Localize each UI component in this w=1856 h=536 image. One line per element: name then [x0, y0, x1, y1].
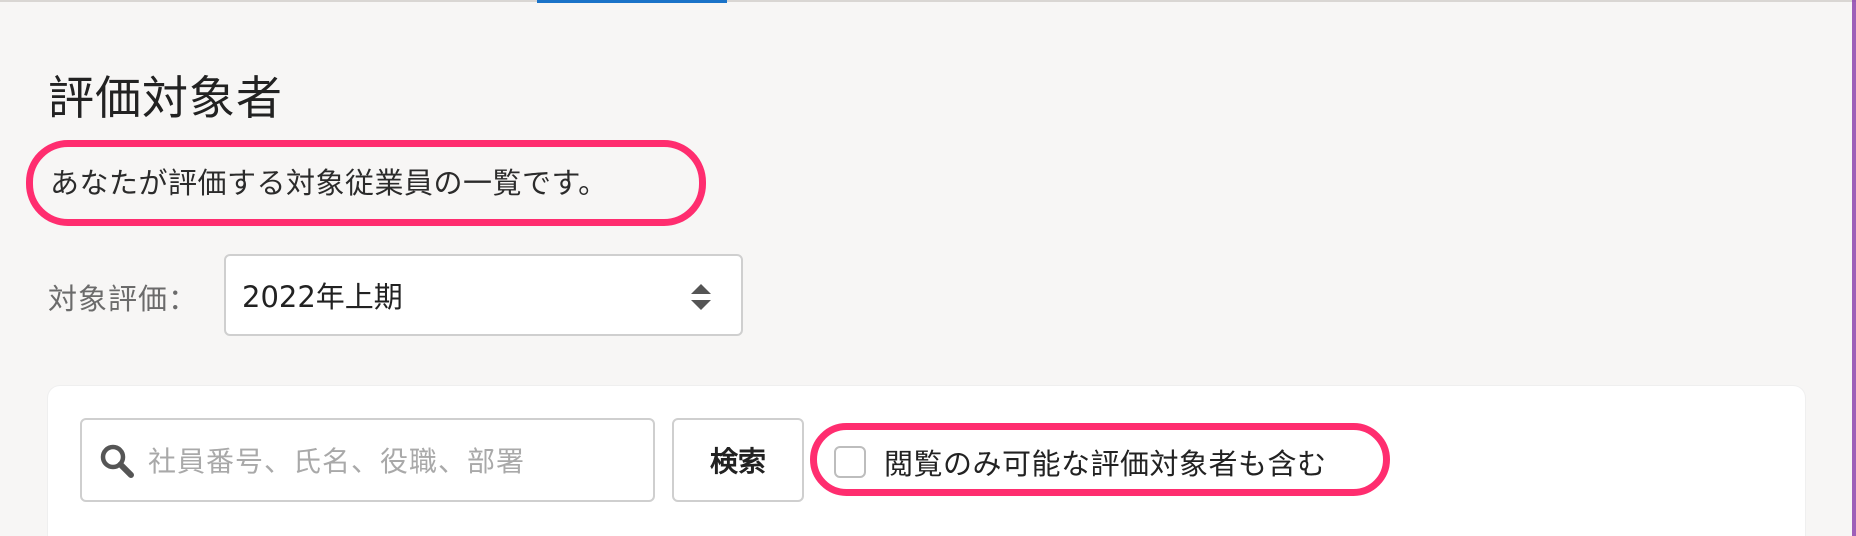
active-tab-indicator	[537, 0, 727, 3]
include-view-only-label: 閲覧のみ可能な評価対象者も含む	[884, 447, 1327, 481]
include-view-only-option[interactable]: 閲覧のみ可能な評価対象者も含む	[834, 441, 1327, 483]
window-edge	[1852, 0, 1856, 536]
page-title: 評価対象者	[48, 71, 283, 125]
evaluation-period-select[interactable]: 2022年上期	[224, 254, 743, 336]
select-arrows-icon	[691, 284, 711, 310]
include-view-only-checkbox[interactable]	[834, 446, 866, 478]
search-button[interactable]: 検索	[672, 418, 804, 502]
page-description: あなたが評価する対象従業員の一覧です。	[50, 166, 608, 200]
evaluation-period-value: 2022年上期	[242, 280, 403, 314]
search-icon	[100, 444, 134, 478]
top-border	[0, 0, 1856, 2]
page: 評価対象者 あなたが評価する対象従業員の一覧です。 対象評価： 2022年上期 …	[0, 0, 1856, 536]
search-field[interactable]	[80, 418, 655, 502]
search-input[interactable]	[146, 434, 640, 488]
evaluation-select-label: 対象評価：	[48, 282, 199, 316]
